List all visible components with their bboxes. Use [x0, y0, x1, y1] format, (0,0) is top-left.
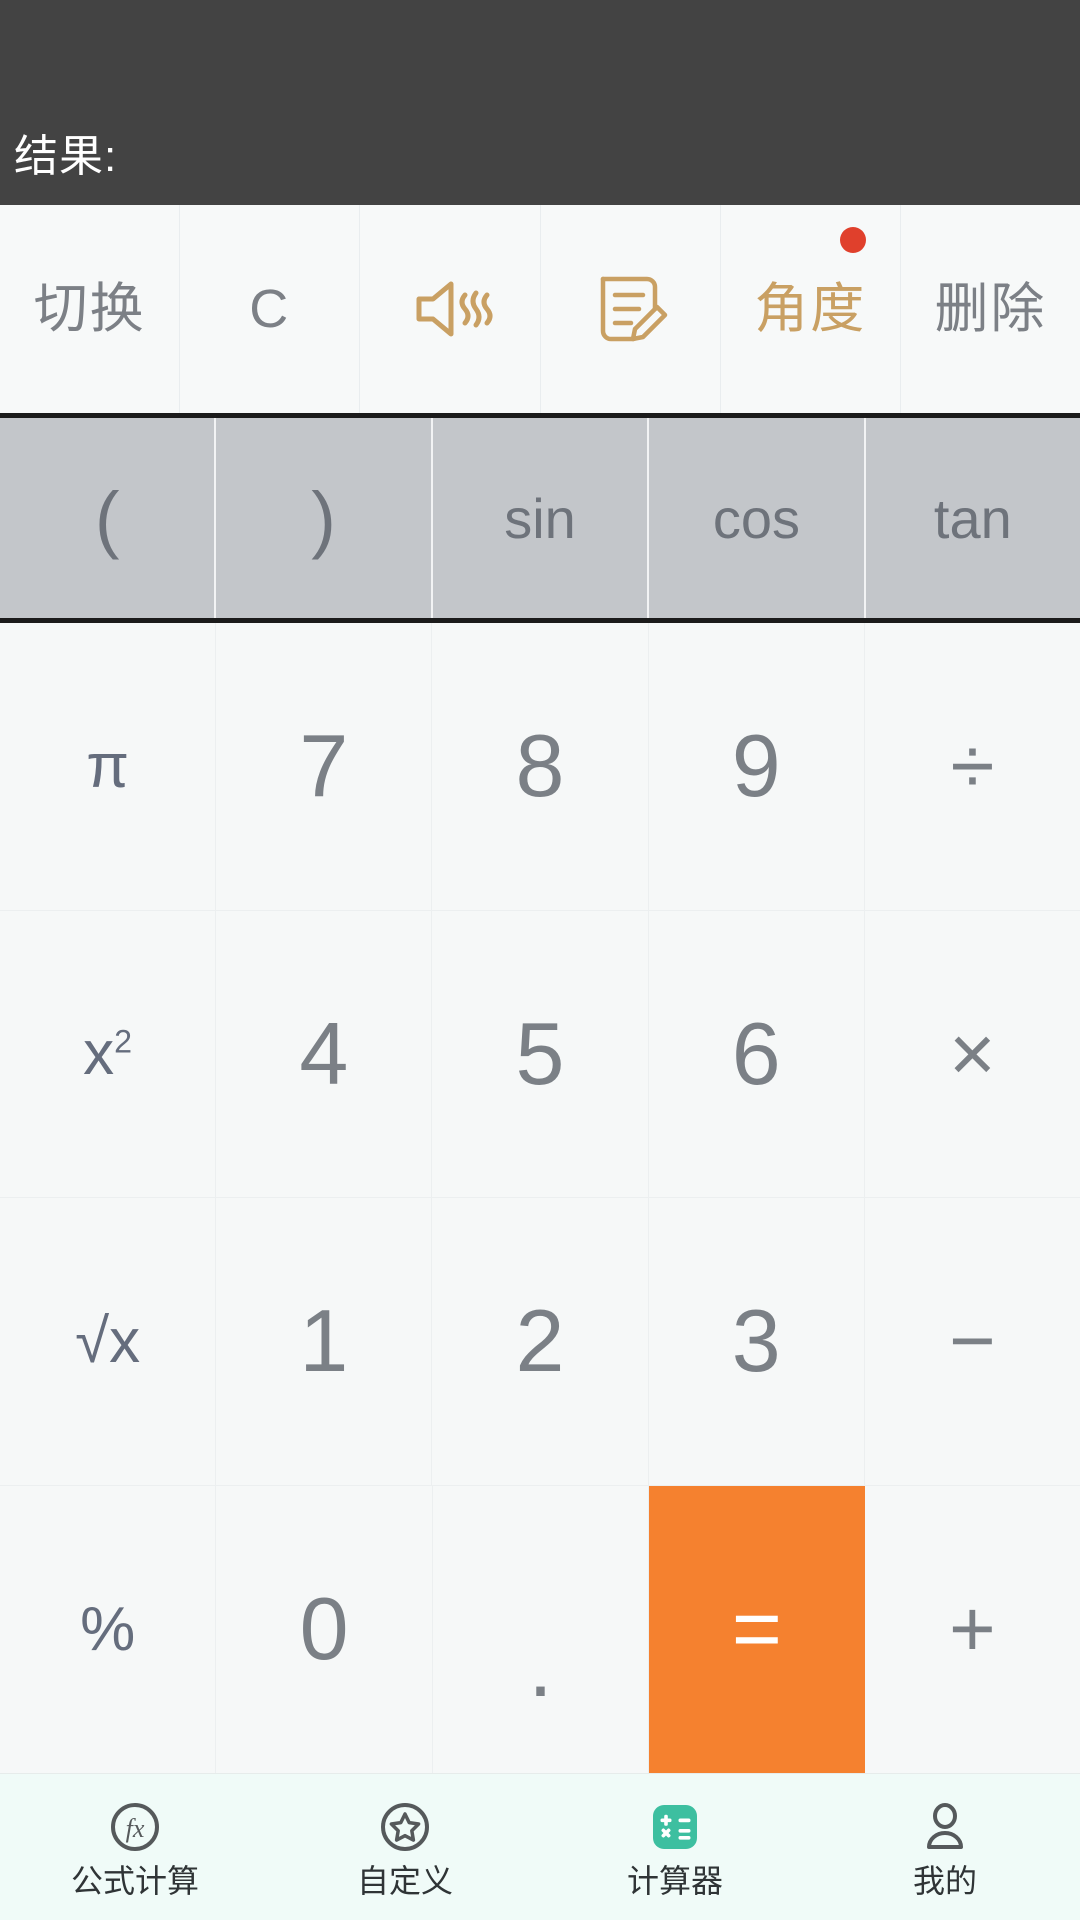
- fx-circle-icon: fx: [106, 1798, 164, 1856]
- clear-label: C: [249, 279, 291, 339]
- square-button[interactable]: x2: [0, 910, 217, 1198]
- sin-label: sin: [504, 486, 576, 550]
- divide-button[interactable]: ÷: [864, 623, 1080, 911]
- digit-5-label: 5: [515, 1003, 565, 1103]
- trig-row: ( ) sin cos tan: [0, 418, 1080, 618]
- digit-0-button[interactable]: 0: [216, 1485, 433, 1773]
- square-label: x2: [83, 1019, 133, 1089]
- clear-button[interactable]: C: [180, 205, 361, 413]
- multiply-label: ×: [949, 1008, 996, 1098]
- angle-label: 角度: [754, 279, 867, 339]
- digit-4-label: 4: [299, 1003, 349, 1103]
- equals-button[interactable]: =: [649, 1485, 865, 1773]
- digit-8-button[interactable]: 8: [432, 623, 649, 911]
- plus-label: +: [948, 1584, 996, 1674]
- paren-close-label: ): [311, 476, 336, 560]
- keypad: π 7 8 9 ÷ x2 4 5 6 × √x 1 2 3 − % 0 . = …: [0, 623, 1080, 1773]
- keypad-row-4: % 0 . = +: [0, 1485, 1080, 1773]
- decimal-point-button[interactable]: .: [432, 1485, 650, 1773]
- nav-label-custom: 自定义: [356, 1862, 453, 1899]
- calculator-app: 结果: 切换 C 角度 删除 () sin cos tan π 7 8 9 ÷…: [0, 0, 1080, 1920]
- calculator-icon: [646, 1798, 704, 1856]
- percent-button[interactable]: %: [0, 1485, 217, 1773]
- angle-mode-button[interactable]: 角度: [720, 205, 901, 413]
- sound-toggle-button[interactable]: [360, 205, 541, 413]
- minus-button[interactable]: −: [864, 1198, 1080, 1486]
- digit-6-button[interactable]: 6: [648, 910, 865, 1198]
- digit-5-button[interactable]: 5: [432, 910, 649, 1198]
- digit-8-label: 8: [515, 716, 565, 816]
- nav-item-custom[interactable]: 自定义: [270, 1774, 540, 1920]
- person-icon: [916, 1798, 974, 1856]
- digit-9-label: 9: [731, 716, 781, 816]
- bottom-navigation: fx 公式计算 自定义 计算器 我的: [0, 1773, 1080, 1920]
- digit-4-button[interactable]: 4: [216, 910, 433, 1198]
- digit-0-label: 0: [299, 1579, 349, 1679]
- display-result-label: 结果:: [14, 132, 118, 181]
- equals-label: =: [731, 1580, 783, 1677]
- pi-button[interactable]: π: [0, 623, 217, 911]
- display-area: 结果:: [0, 0, 1080, 205]
- switch-label: 切换: [33, 279, 146, 339]
- angle-badge-dot: [839, 227, 866, 253]
- digit-6-label: 6: [731, 1003, 781, 1103]
- digit-9-button[interactable]: 9: [648, 623, 865, 911]
- star-circle-icon: [376, 1798, 434, 1856]
- sin-button[interactable]: sin: [432, 418, 650, 618]
- delete-button[interactable]: 删除: [900, 205, 1080, 413]
- tan-button[interactable]: tan: [865, 418, 1080, 618]
- nav-item-formula[interactable]: fx 公式计算: [0, 1774, 270, 1920]
- keypad-row-3: √x 1 2 3 −: [0, 1198, 1080, 1486]
- tan-label: tan: [933, 486, 1012, 550]
- nav-label-formula: 公式计算: [70, 1862, 199, 1899]
- plus-button[interactable]: +: [864, 1485, 1080, 1773]
- keypad-row-1: π 7 8 9 ÷: [0, 623, 1080, 911]
- switch-button[interactable]: 切换: [0, 205, 181, 413]
- divide-label: ÷: [950, 721, 995, 811]
- digit-3-label: 3: [731, 1291, 781, 1391]
- sqrt-label: √x: [75, 1306, 141, 1376]
- nav-label-mine: 我的: [912, 1862, 977, 1899]
- digit-7-label: 7: [299, 716, 349, 816]
- paren-close-button[interactable]: ): [216, 418, 433, 618]
- nav-item-mine[interactable]: 我的: [810, 1774, 1080, 1920]
- nav-label-calculator: 计算器: [626, 1862, 723, 1899]
- delete-label: 删除: [934, 279, 1047, 339]
- svg-text:fx: fx: [126, 1814, 145, 1843]
- digit-2-label: 2: [515, 1291, 565, 1391]
- keypad-row-2: x2 4 5 6 ×: [0, 910, 1080, 1198]
- note-edit-icon: [591, 269, 669, 349]
- decimal-point-label: .: [528, 1616, 553, 1715]
- nav-item-calculator[interactable]: 计算器: [540, 1774, 810, 1920]
- note-button[interactable]: [540, 205, 721, 413]
- digit-1-button[interactable]: 1: [216, 1198, 433, 1486]
- digit-3-button[interactable]: 3: [648, 1198, 865, 1486]
- paren-open-label: (: [94, 476, 120, 560]
- cos-label: cos: [712, 486, 800, 550]
- multiply-button[interactable]: ×: [864, 910, 1080, 1198]
- digit-7-button[interactable]: 7: [216, 623, 433, 911]
- percent-label: %: [80, 1594, 136, 1664]
- digit-2-button[interactable]: 2: [432, 1198, 649, 1486]
- speaker-sound-icon: [405, 273, 495, 345]
- paren-open-button[interactable]: (: [0, 418, 217, 618]
- sqrt-button[interactable]: √x: [0, 1198, 217, 1486]
- digit-1-label: 1: [299, 1291, 349, 1391]
- pi-label: π: [86, 731, 129, 801]
- function-row: 切换 C 角度 删除: [0, 205, 1080, 413]
- cos-button[interactable]: cos: [649, 418, 866, 618]
- minus-label: −: [949, 1296, 996, 1386]
